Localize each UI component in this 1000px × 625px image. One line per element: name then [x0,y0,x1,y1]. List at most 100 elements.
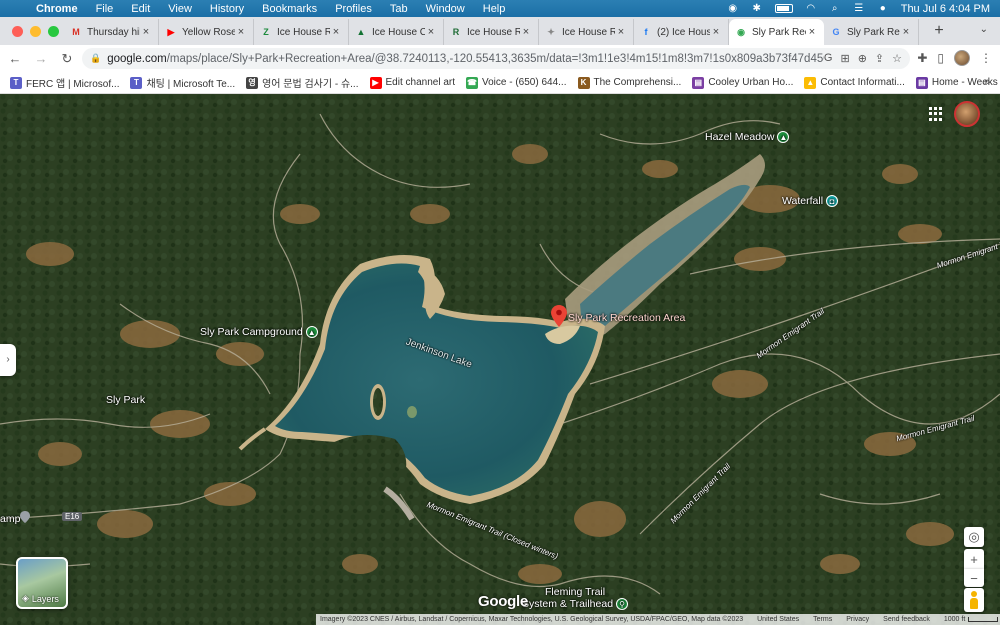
menu-edit[interactable]: Edit [131,3,150,15]
label-sly-park[interactable]: Sly Park [106,394,145,406]
minimize-window-icon[interactable] [30,25,41,37]
scale-control[interactable]: 1000 ft [944,616,999,623]
kebab-menu-icon[interactable]: ⋮ [980,51,992,65]
bookmarks-bar: T FERC 앱 | Microsof... T 채팅 | Microsoft Te.… [0,72,1000,94]
zoom-in-button[interactable]: + [964,549,984,569]
menu-view[interactable]: View [168,3,192,15]
close-tab-icon[interactable]: × [330,26,342,38]
street-view-pegman-icon[interactable] [964,588,984,612]
zoom-icon[interactable]: ⊕ [858,52,867,65]
bookmarks-overflow-icon[interactable]: » [984,76,990,88]
menu-profiles[interactable]: Profiles [335,3,372,15]
label-fleming-trail[interactable]: Fleming Trail [545,586,605,598]
privacy-link[interactable]: Privacy [846,616,869,623]
bookmark-2[interactable]: 영 영어 문법 검사기 - 슈... [246,75,359,90]
country-link[interactable]: United States [757,616,799,623]
back-arrow-icon[interactable]: ← [4,51,26,66]
label-hazel-meadow[interactable]: Hazel Meadow ▲ [705,131,790,144]
google-lens-icon[interactable]: G [824,52,833,65]
bookmark-6[interactable]: ▤ Cooley Urban Ho... [692,76,794,89]
lock-icon[interactable]: 🔒 [90,53,101,64]
tab-6[interactable]: f (2) Ice House× [634,19,729,45]
map-canvas[interactable]: Hazel Meadow ▲ Waterfall ◘ Sly Park Campgr… [0,94,1000,625]
control-center-icon[interactable]: ☰ [853,3,865,14]
close-window-icon[interactable] [12,25,23,37]
label-camp-partial[interactable]: amp [0,513,20,525]
menu-tab[interactable]: Tab [390,3,408,15]
close-tab-icon[interactable]: × [235,26,247,38]
share-icon[interactable]: ⇪ [875,52,884,65]
label-sly-park-campground[interactable]: Sly Park Campground ▲ [200,326,318,339]
bookmark-star-icon[interactable]: ☆ [892,52,902,65]
close-tab-icon[interactable]: × [900,26,912,38]
bookmark-4[interactable]: ☎ Voice - (650) 644... [466,76,567,89]
forward-arrow-icon[interactable]: → [30,51,52,66]
tab-bar: MThursday hik×▶Yellow Rose×ZIce House Re… [0,17,1000,45]
new-tab-button[interactable]: + [927,19,951,45]
menu-app-chrome[interactable]: Chrome [36,3,78,15]
menu-history[interactable]: History [210,3,244,15]
menu-help[interactable]: Help [483,3,506,15]
bookmark-label: Cooley Urban Ho... [708,77,794,88]
tab-3[interactable]: ▲ Ice House C × [349,19,444,45]
recreation-icon: R [452,27,460,37]
profile-avatar[interactable] [954,50,970,66]
zoom-window-icon[interactable] [48,25,59,37]
bookmark-7[interactable]: ▲ Contact Informati... [804,76,905,89]
close-tab-icon[interactable]: × [140,26,152,38]
extensions-puzzle-icon[interactable]: ✚ [917,51,927,65]
tab-4[interactable]: R Ice House Re× [444,19,539,45]
place-marker-icon[interactable] [20,510,30,523]
wifi-icon[interactable]: ◠ [805,3,817,14]
scale-bar [968,617,999,622]
layers-button[interactable]: ◈ Layers [16,557,68,609]
reload-icon[interactable]: ↻ [56,51,78,67]
bookmark-favicon-icon: ▲ [804,76,817,89]
tab-8[interactable]: G Sly Park Rec × [824,19,919,45]
side-panel-icon[interactable]: ▯ [937,51,944,65]
collapse-side-panel-chevron-icon[interactable]: › [0,344,16,376]
menu-window[interactable]: Window [426,3,465,15]
close-tab-icon[interactable]: × [425,26,437,38]
install-app-icon[interactable]: ⊞ [840,52,849,65]
tab-label: Ice House C [372,26,425,38]
bookmark-3[interactable]: ▶ Edit channel art [369,76,455,89]
address-bar[interactable]: 🔒 google.com/maps/place/Sly+Park+Recreat… [82,48,910,69]
close-tab-icon[interactable]: × [615,26,627,38]
tab-2[interactable]: Z Ice House Re× [254,19,349,45]
triangle-icon: ▲ [356,27,366,37]
close-tab-icon[interactable]: × [520,26,532,38]
bookmark-0[interactable]: T FERC 앱 | Microsof... [10,75,119,90]
send-feedback-link[interactable]: Send feedback [883,616,930,623]
google-apps-icon[interactable] [929,107,943,121]
bookmark-1[interactable]: T 채팅 | Microsoft Te... [130,75,235,90]
close-tab-icon[interactable]: × [710,26,722,38]
gmail-status-icon[interactable]: ◉ [727,3,739,14]
my-location-icon[interactable]: ◎ [964,527,984,547]
tab-1[interactable]: ▶ Yellow Rose × [159,19,254,45]
tab-search-chevron-icon[interactable]: ⌄ [980,24,988,35]
tab-7[interactable]: ◉ Sly Park Rec × [729,19,824,45]
label-waterfall[interactable]: Waterfall ◘ [782,195,839,208]
menu-bookmarks[interactable]: Bookmarks [262,3,317,15]
battery-icon[interactable] [774,4,793,13]
url-text[interactable]: google.com/maps/place/Sly+Park+Recreatio… [107,53,824,65]
siri-icon[interactable]: ● [877,3,889,14]
bookmark-favicon-icon: T [130,76,143,89]
search-icon[interactable]: ⌕ [829,3,841,14]
label-sly-park-recreation-area[interactable]: Sly Park Recreation Area [568,312,685,324]
tab-0[interactable]: M Thursday hik × [64,19,159,45]
bookmark-5[interactable]: K The Comprehensi... [577,76,681,89]
menu-file[interactable]: File [96,3,114,15]
tab-label: Ice House Re [467,26,520,38]
clock[interactable]: Thu Jul 6 4:04 PM [901,3,990,15]
terms-link[interactable]: Terms [813,616,832,623]
tab-5[interactable]: ✦ Ice House Re× [539,19,634,45]
selected-place-pin-icon[interactable] [551,305,567,327]
zoom-out-button[interactable]: − [964,569,984,587]
tent-icon: ▲ [305,326,318,339]
close-tab-icon[interactable]: × [806,26,818,38]
bluetooth-icon[interactable]: ✱ [751,3,763,14]
account-avatar[interactable] [954,101,980,127]
label-fleming-trailhead[interactable]: System & Trailhead ⚲ [522,598,629,611]
